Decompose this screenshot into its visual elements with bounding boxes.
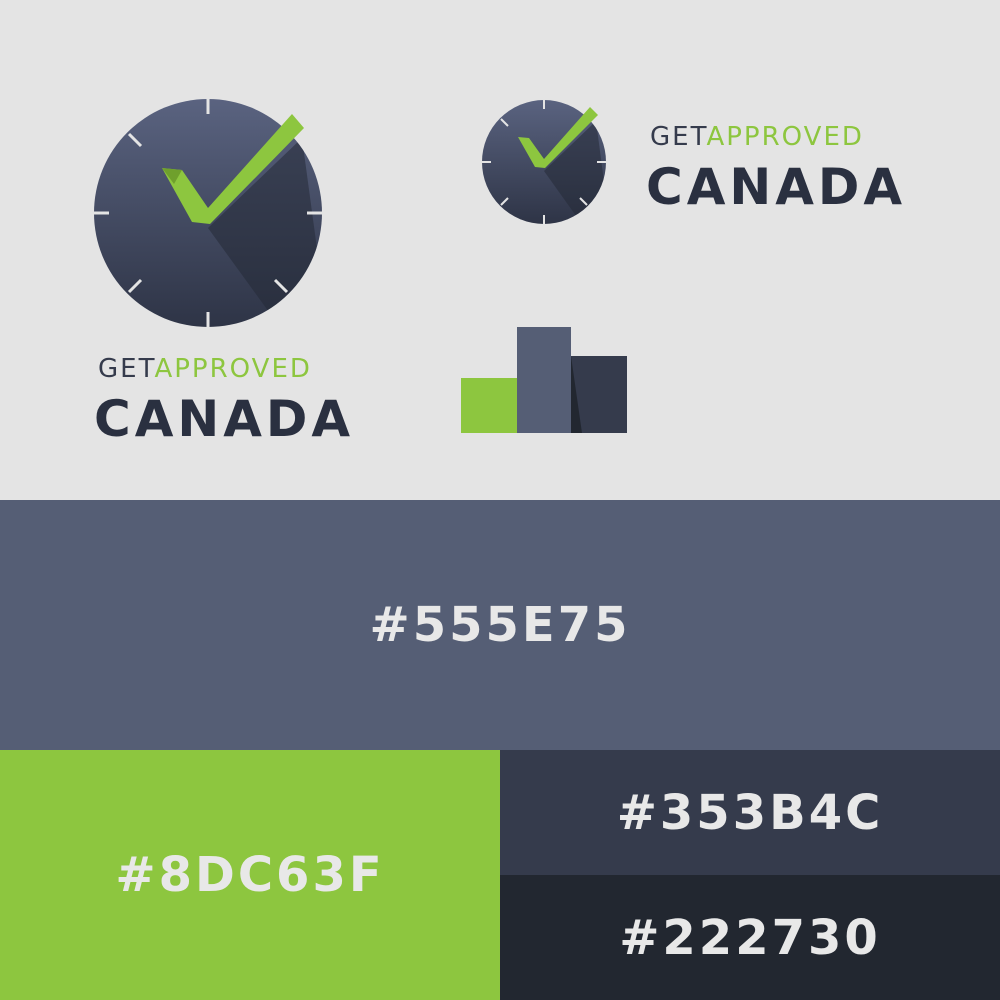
bar-chart-icon [461,327,627,433]
large-logo-canada: CANADA [94,390,355,448]
swatch-charcoal-hex: #222730 [619,909,881,966]
wordmark-approved: APPROVED [154,354,312,384]
swatch-dark-slate: #353B4C [500,750,1000,875]
large-clock-check-icon [94,99,322,327]
large-logo-wordmark: GETAPPROVED [98,354,312,384]
swatch-green: #8DC63F [0,750,500,1000]
wordmark-get: GET [98,354,155,384]
small-clock-check-icon [482,100,606,224]
swatch-primary-slate: #555E75 [0,500,1000,750]
wordmark-approved: APPROVED [706,122,864,152]
small-logo-canada: CANADA [646,158,907,216]
swatch-charcoal: #222730 [500,875,1000,1000]
swatch-dark-slate-hex: #353B4C [616,784,884,841]
swatch-green-hex: #8DC63F [115,847,385,903]
swatch-primary-hex: #555E75 [369,597,631,653]
wordmark-get: GET [650,122,707,152]
small-logo-wordmark: GETAPPROVED [650,122,864,152]
